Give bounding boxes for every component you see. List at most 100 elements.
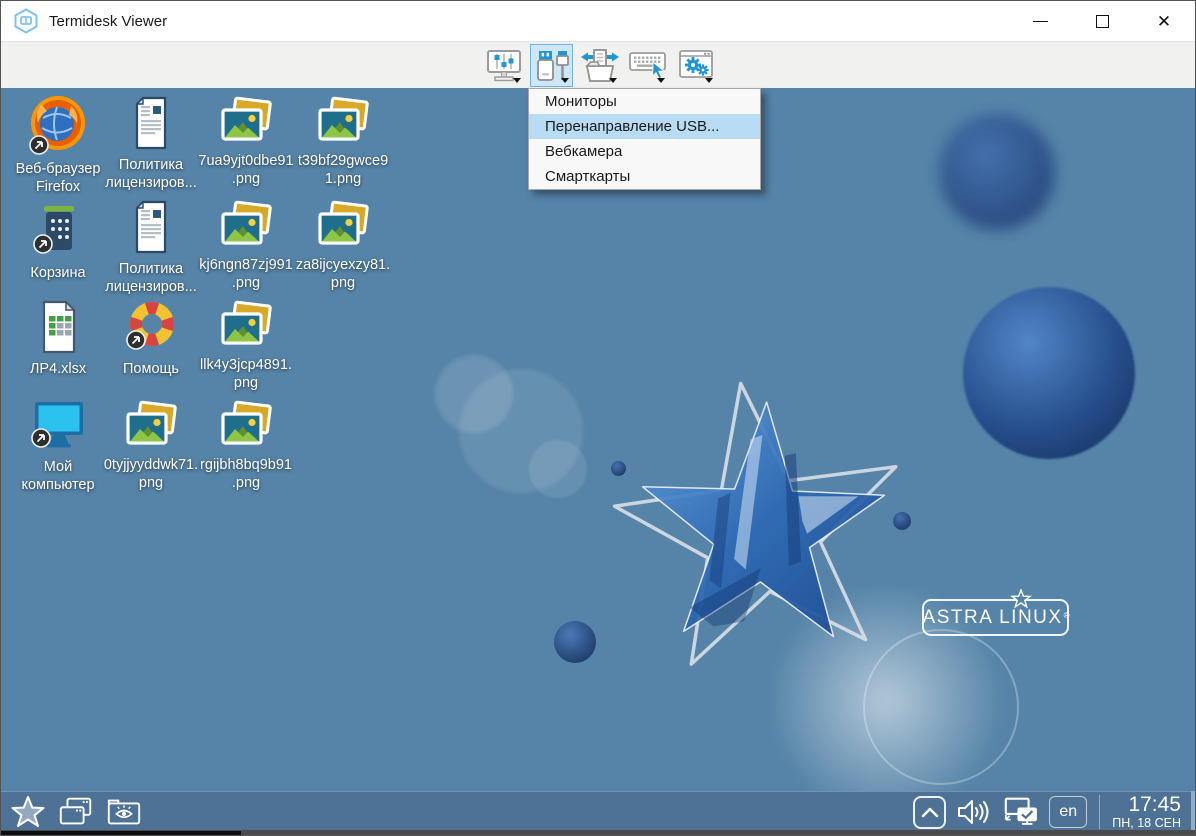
astra-star-icon xyxy=(1010,589,1032,609)
spreadsheet-file-icon xyxy=(27,298,89,356)
keyboard-layout-badge[interactable]: en xyxy=(1049,796,1087,828)
desktop-icon-label: ЛР4.xlsx xyxy=(30,360,86,378)
wallpaper-bokeh-circle xyxy=(529,440,587,498)
termidesk-viewer-window: Termidesk Viewer ✕ xyxy=(0,0,1196,836)
close-button[interactable]: ✕ xyxy=(1133,1,1195,41)
menu-item-monitors[interactable]: Мониторы xyxy=(529,89,760,114)
chevron-down-icon xyxy=(561,78,569,83)
image-file-icon xyxy=(314,200,372,252)
system-tray: en 17:45 ПН, 18 СЕН xyxy=(913,792,1187,832)
desktop-icon-image[interactable]: llk4y3jcp4891.png xyxy=(201,300,291,392)
desktop-icon-label: Политикалицензиров... xyxy=(105,156,196,192)
minimize-button[interactable] xyxy=(1009,1,1071,41)
window-list-button[interactable] xyxy=(57,794,95,830)
desktop-icon-label: 0tyjjyyddwk71.png xyxy=(104,456,198,492)
wallpaper-sphere-small xyxy=(554,621,596,663)
desktop-icon-label: Помощь xyxy=(123,360,179,378)
taskbar-clock[interactable]: 17:45 ПН, 18 СЕН xyxy=(1112,794,1187,830)
volume-icon xyxy=(956,797,992,827)
desktop-icon-label: rgijbh8bq9b91.png xyxy=(200,456,292,492)
desktop-icon-label: Политикалицензиров... xyxy=(105,260,196,296)
minimize-icon xyxy=(1033,21,1048,22)
file-manager-button[interactable] xyxy=(105,794,143,830)
window-controls: ✕ xyxy=(1009,1,1195,41)
desktop-icon-label: za8ijcyexzy81.png xyxy=(296,256,390,292)
desktop-icon-label: Корзина xyxy=(30,264,85,282)
start-menu-button[interactable] xyxy=(9,794,47,830)
firefox-icon xyxy=(27,94,89,156)
desktop-icon-label: llk4y3jcp4891.png xyxy=(200,356,292,392)
desktop-icon-help[interactable]: Помощь xyxy=(106,298,196,378)
desktop-icon-policy-doc[interactable]: Политикалицензиров... xyxy=(106,198,196,296)
image-file-icon xyxy=(217,400,275,452)
lifebuoy-icon xyxy=(120,298,182,356)
chevron-down-icon xyxy=(609,78,617,83)
desktop-icon-image[interactable]: 7ua9yjt0dbe91.png xyxy=(201,96,291,188)
image-file-icon xyxy=(217,96,275,148)
file-transfer-button[interactable] xyxy=(578,44,621,87)
usb-redirection-button[interactable] xyxy=(530,44,573,87)
wallpaper-sphere-blurred xyxy=(939,114,1055,230)
image-file-icon xyxy=(217,300,275,352)
image-file-icon xyxy=(217,200,275,252)
menu-item-smartcards[interactable]: Смарткарты xyxy=(529,164,760,189)
desktop-icon-policy-doc[interactable]: Политикалицензиров... xyxy=(106,94,196,192)
clock-date: ПН, 18 СЕН xyxy=(1112,816,1181,830)
desktop-icon-xlsx[interactable]: ЛР4.xlsx xyxy=(13,298,103,378)
network-status-icon xyxy=(1002,795,1040,829)
taskbar-right-strip xyxy=(1191,791,1195,832)
remote-desktop: ASTRA LINUX® Веб-браузерFirefox xyxy=(1,88,1195,791)
toolbar-button-group xyxy=(482,44,717,87)
display-settings-button[interactable] xyxy=(482,44,525,87)
volume-button[interactable] xyxy=(955,794,993,830)
wallpaper-star xyxy=(597,360,927,700)
tray-divider xyxy=(1099,795,1100,829)
maximize-button[interactable] xyxy=(1071,1,1133,41)
menu-item-webcam[interactable]: Вебкамера xyxy=(529,139,760,164)
desktop-icon-image[interactable]: t39bf29gwce91.png xyxy=(298,96,388,188)
network-status-button[interactable] xyxy=(1002,794,1040,830)
desktop-icon-image[interactable]: kj6ngn87zj991.png xyxy=(201,200,291,292)
menu-item-usb-redirection[interactable]: Перенаправление USB... xyxy=(529,114,760,139)
chevron-down-icon xyxy=(657,78,665,83)
maximize-icon xyxy=(1096,15,1109,28)
desktop-icon-firefox[interactable]: Веб-браузерFirefox xyxy=(13,94,103,196)
close-icon: ✕ xyxy=(1157,13,1171,30)
image-file-icon xyxy=(122,400,180,452)
desktop-icon-image[interactable]: 0tyjjyyddwk71.png xyxy=(106,400,196,492)
desktop-icon-label: t39bf29gwce91.png xyxy=(298,152,388,188)
desktop-icon-my-computer[interactable]: Мойкомпьютер xyxy=(13,396,103,494)
image-file-icon xyxy=(314,96,372,148)
usb-dropdown-menu: Мониторы Перенаправление USB... Вебкамер… xyxy=(528,88,761,190)
termidesk-hexagon-icon xyxy=(13,8,39,34)
window-list-icon xyxy=(57,795,95,829)
toolbar xyxy=(1,41,1195,88)
taskbar: en 17:45 ПН, 18 СЕН xyxy=(1,791,1195,832)
desktop-icon-label: Веб-браузерFirefox xyxy=(16,160,101,196)
document-icon xyxy=(120,198,182,256)
taskbar-left-group xyxy=(1,794,143,830)
desktop-icon-trash[interactable]: Корзина xyxy=(13,202,103,282)
titlebar: Termidesk Viewer ✕ xyxy=(1,1,1195,41)
window-title: Termidesk Viewer xyxy=(49,13,167,30)
chevron-down-icon xyxy=(513,78,521,83)
desktop-icon-label: Мойкомпьютер xyxy=(21,458,94,494)
desktop-icon-label: kj6ngn87zj991.png xyxy=(199,256,293,292)
astra-logo-text: ASTRA LINUX xyxy=(923,607,1063,629)
tray-expand-button[interactable] xyxy=(913,796,946,829)
clock-time: 17:45 xyxy=(1128,794,1181,816)
document-icon xyxy=(120,94,182,152)
desktop-icon-image[interactable]: rgijbh8bq9b91.png xyxy=(201,400,291,492)
window-bottom-border xyxy=(1,830,1195,835)
desktop-icon-label: 7ua9yjt0dbe91.png xyxy=(198,152,293,188)
desktop-icon-image[interactable]: za8ijcyexzy81.png xyxy=(298,200,388,292)
session-settings-button[interactable] xyxy=(674,44,717,87)
astra-logo-reg: ® xyxy=(1064,611,1070,620)
chevron-up-icon xyxy=(921,806,939,818)
file-manager-eye-icon xyxy=(105,795,143,829)
wallpaper-sphere-large xyxy=(963,287,1135,459)
keyboard-input-button[interactable] xyxy=(626,44,669,87)
computer-icon xyxy=(27,396,89,454)
trash-icon xyxy=(27,202,89,260)
star-menu-icon xyxy=(10,795,46,829)
